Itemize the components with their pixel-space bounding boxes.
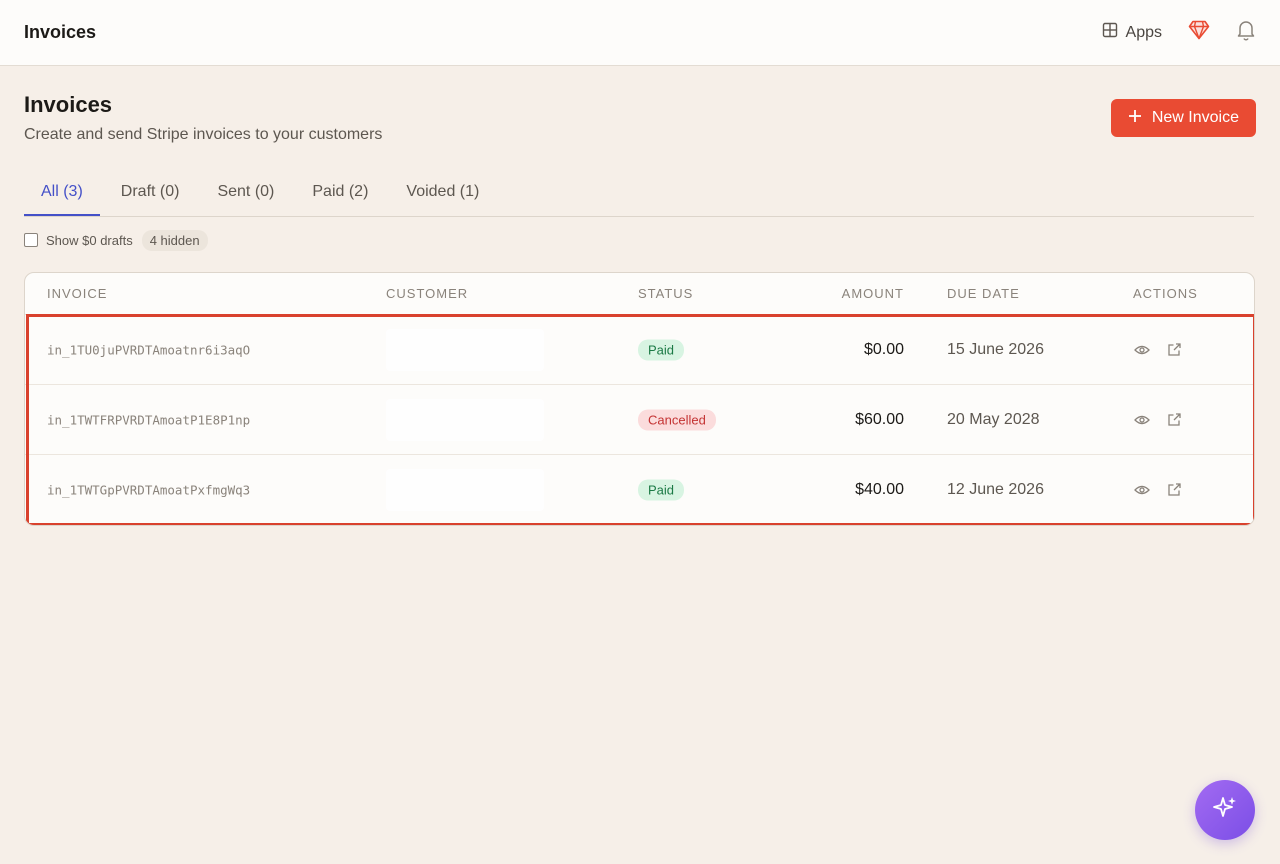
status-badge: Paid xyxy=(638,339,685,360)
new-invoice-button[interactable]: New Invoice xyxy=(1110,99,1256,137)
ai-assistant-button[interactable] xyxy=(1195,780,1255,840)
amount-cell: $40.00 xyxy=(855,480,904,498)
invoice-id[interactable]: in_1TU0juPVRDTAmoatnr6i3aqO xyxy=(47,342,250,357)
due-date-cell: 15 June 2026 xyxy=(947,340,1044,358)
apps-button[interactable]: Apps xyxy=(1102,22,1162,43)
column-header-actions: ACTIONS xyxy=(1133,286,1198,301)
tab-sent[interactable]: Sent (0) xyxy=(200,170,291,216)
grid-icon xyxy=(1102,22,1118,43)
filter-row: Show $0 drafts 4 hidden xyxy=(24,229,208,251)
show-zero-drafts-checkbox[interactable] xyxy=(24,233,38,247)
column-header-invoice: INVOICE xyxy=(47,286,108,301)
due-date-cell: 12 June 2026 xyxy=(947,480,1044,498)
top-bar: Invoices Apps xyxy=(0,0,1280,66)
customer-cell xyxy=(386,468,544,511)
status-badge: Cancelled xyxy=(638,409,716,430)
bell-icon xyxy=(1236,19,1256,46)
page-header: Invoices Create and send Stripe invoices… xyxy=(24,92,1256,144)
gem-button[interactable] xyxy=(1188,20,1210,45)
new-invoice-label: New Invoice xyxy=(1151,109,1239,126)
tab-draft[interactable]: Draft (0) xyxy=(104,170,197,216)
invoice-id[interactable]: in_1TWTFRPVRDTAmoatP1E8P1np xyxy=(47,412,250,427)
external-link-icon[interactable] xyxy=(1165,341,1183,359)
row-actions xyxy=(1133,481,1183,499)
row-actions xyxy=(1133,411,1183,429)
notifications-button[interactable] xyxy=(1236,19,1256,46)
status-cell: Paid xyxy=(638,339,685,360)
page-subtitle: Create and send Stripe invoices to your … xyxy=(24,126,383,143)
table-header: INVOICE CUSTOMER STATUS AMOUNT DUE DATE … xyxy=(25,273,1254,315)
gem-icon xyxy=(1188,20,1210,45)
customer-cell xyxy=(386,398,544,441)
hidden-count-badge: 4 hidden xyxy=(141,229,208,251)
view-icon[interactable] xyxy=(1133,411,1151,429)
amount-cell: $0.00 xyxy=(863,340,904,358)
show-zero-drafts-label[interactable]: Show $0 drafts xyxy=(46,233,133,248)
tab-voided[interactable]: Voided (1) xyxy=(389,170,496,216)
row-actions xyxy=(1133,341,1183,359)
view-icon[interactable] xyxy=(1133,341,1151,359)
topbar-title: Invoices xyxy=(24,22,97,42)
invoices-table: INVOICE CUSTOMER STATUS AMOUNT DUE DATE … xyxy=(24,272,1255,526)
view-icon[interactable] xyxy=(1133,481,1151,499)
topbar-actions: Apps xyxy=(1102,19,1256,46)
table-row[interactable]: in_1TU0juPVRDTAmoatnr6i3aqO Paid $0.00 1… xyxy=(25,315,1254,385)
apps-label: Apps xyxy=(1125,23,1162,41)
due-date-cell: 20 May 2028 xyxy=(947,410,1040,428)
status-cell: Cancelled xyxy=(638,409,716,430)
column-header-amount: AMOUNT xyxy=(841,286,904,301)
table-row[interactable]: in_1TWTFRPVRDTAmoatP1E8P1np Cancelled $6… xyxy=(25,385,1254,455)
external-link-icon[interactable] xyxy=(1165,411,1183,429)
page-title: Invoices xyxy=(24,92,113,117)
sparkle-icon xyxy=(1211,794,1239,827)
column-header-customer: CUSTOMER xyxy=(386,286,469,301)
status-tabs: All (3) Draft (0) Sent (0) Paid (2) Void… xyxy=(24,170,1254,217)
external-link-icon[interactable] xyxy=(1165,481,1183,499)
column-header-due-date: DUE DATE xyxy=(947,286,1020,301)
tab-all[interactable]: All (3) xyxy=(24,170,100,216)
customer-cell xyxy=(386,328,544,371)
invoice-id[interactable]: in_1TWTGpPVRDTAmoatPxfmgWq3 xyxy=(47,482,250,497)
tab-paid[interactable]: Paid (2) xyxy=(295,170,385,216)
table-row[interactable]: in_1TWTGpPVRDTAmoatPxfmgWq3 Paid $40.00 … xyxy=(25,455,1254,525)
status-cell: Paid xyxy=(638,479,685,500)
plus-icon xyxy=(1128,109,1142,128)
amount-cell: $60.00 xyxy=(855,410,904,428)
column-header-status: STATUS xyxy=(638,286,694,301)
status-badge: Paid xyxy=(638,479,685,500)
